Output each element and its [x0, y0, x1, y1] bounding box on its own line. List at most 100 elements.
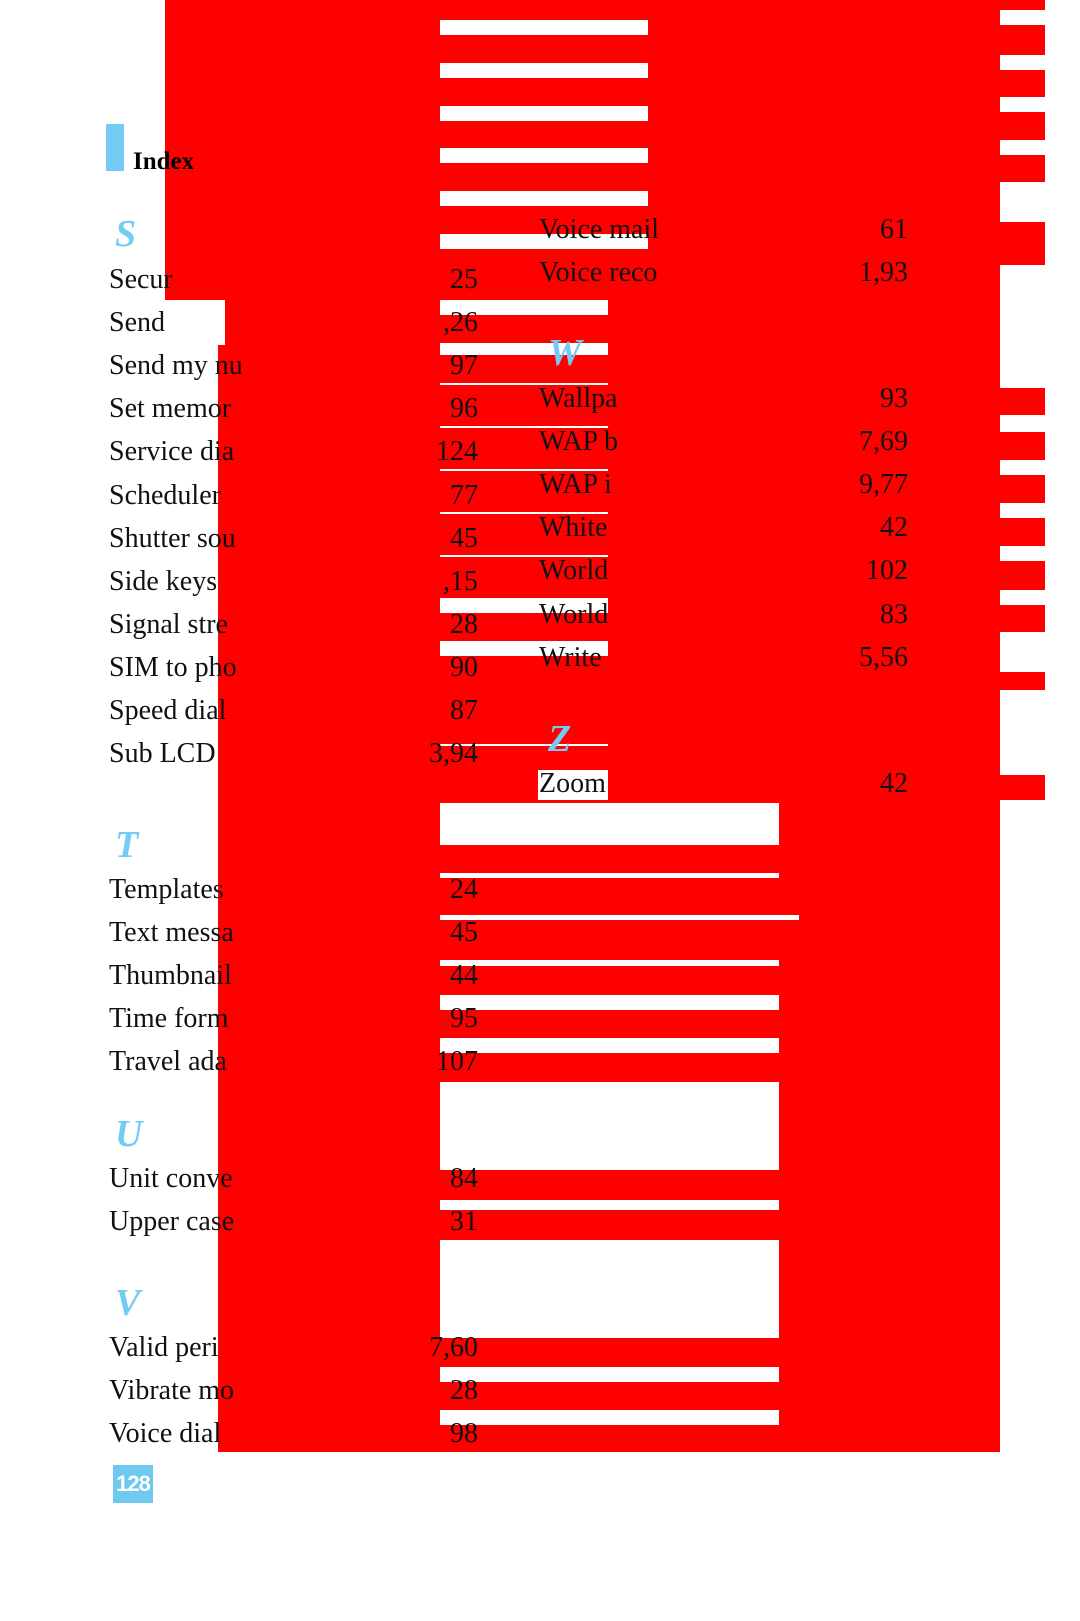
index-page: 42 [880, 768, 908, 799]
redaction-gap [440, 20, 648, 35]
index-page: 31 [450, 1206, 478, 1238]
index-term: Unit conve [109, 1163, 233, 1194]
redaction-gap [440, 63, 648, 78]
index-term: Upper case [109, 1206, 235, 1238]
index-term: Thumbnail [109, 960, 232, 992]
redaction-gap [440, 915, 799, 920]
index-term: Sub LCD [109, 738, 216, 770]
index-page: 7,69 [859, 426, 908, 458]
index-term: Send my nu [109, 350, 243, 382]
index-page: 124 [436, 436, 478, 468]
index-page: 45 [450, 917, 478, 949]
redaction-gap [1000, 308, 1045, 388]
index-page: 61 [880, 214, 908, 245]
redaction-gap [440, 1240, 779, 1338]
index-page: 42 [880, 512, 908, 544]
redaction-gap [440, 1038, 779, 1053]
redaction-gap [1000, 265, 1045, 308]
redaction-gap [1000, 460, 1045, 475]
redaction-gap [440, 803, 779, 845]
redaction-gap [440, 106, 648, 121]
redaction-gap [1000, 632, 1045, 672]
index-term: Secur [109, 264, 173, 295]
index-page: 1,93 [859, 257, 908, 289]
index-page: 7,60 [429, 1332, 478, 1363]
redaction-gap [1000, 182, 1045, 222]
index-page: ,15 [443, 565, 478, 597]
index-letter: V [115, 1282, 141, 1324]
index-letter: U [115, 1113, 143, 1155]
index-page: 87 [450, 695, 478, 726]
index-term: Set memor [109, 393, 232, 425]
index-term: Zoom [539, 768, 606, 799]
index-page: 107 [436, 1046, 478, 1078]
index-term: Time form [109, 1003, 229, 1035]
index-term: White [539, 512, 608, 544]
index-letter: T [115, 824, 139, 866]
index-page: ,26 [443, 307, 478, 339]
index-term: Text messa [109, 917, 234, 949]
index-page: 24 [450, 874, 478, 905]
redaction-gap [440, 1410, 779, 1425]
index-page: 98 [450, 1418, 478, 1450]
index-page: 45 [450, 522, 478, 554]
redaction-gap [1000, 546, 1045, 561]
index-term: Write [539, 641, 602, 673]
index-page: 102 [866, 555, 908, 587]
index-page: 97 [450, 350, 478, 382]
index-term: Signal stre [109, 608, 228, 640]
redaction-gap [440, 191, 648, 206]
redaction-block [225, 300, 1000, 350]
index-term: Wallpa [539, 383, 618, 414]
index-page: 84 [450, 1163, 478, 1194]
index-page: 28 [450, 608, 478, 640]
index-page: 44 [450, 960, 478, 992]
index-page: 5,56 [859, 641, 908, 673]
index-term: Voice dial [109, 1418, 222, 1450]
redaction-gap [440, 995, 779, 1010]
index-term: Service dia [109, 436, 235, 468]
page-number: 128 [113, 1465, 153, 1503]
redaction-gap [1000, 140, 1045, 155]
redaction-gap [440, 960, 779, 966]
redaction-gap [1000, 415, 1045, 432]
index-term: Speed dial [109, 695, 227, 726]
redaction-gap [440, 1200, 779, 1210]
index-term: Voice mail [539, 214, 660, 245]
index-page: 96 [450, 393, 478, 425]
index-page: 90 [450, 651, 478, 683]
index-term: Voice reco [539, 257, 658, 289]
index-term: Scheduler [109, 479, 221, 511]
index-page: 95 [450, 1003, 478, 1035]
index-term: SIM to pho [109, 651, 237, 683]
index-term: World [539, 555, 609, 587]
index-term: Shutter sou [109, 522, 236, 554]
redaction-gap [440, 1082, 779, 1170]
index-page: 3,94 [429, 738, 478, 770]
page-title: Index [133, 148, 195, 175]
index-letter: S [115, 213, 137, 255]
index-term: Valid peri [109, 1332, 219, 1363]
index-page: 9,77 [859, 469, 908, 501]
redaction-gap [1000, 10, 1045, 25]
index-page: 83 [880, 598, 908, 630]
index-page: 25 [450, 264, 478, 295]
index-letter: W [548, 332, 582, 374]
redaction-gap [1000, 97, 1045, 112]
index-page: 77 [450, 479, 478, 511]
redaction-gap [1000, 690, 1045, 775]
redaction-gap [1000, 590, 1045, 605]
index-term: Side keys [109, 565, 218, 597]
redaction-gap [440, 1367, 779, 1382]
redaction-gap [1000, 503, 1045, 518]
redaction-block [1000, 0, 1045, 800]
index-page: 93 [880, 383, 908, 414]
index-term: World [539, 598, 609, 630]
index-letter: Z [548, 718, 572, 760]
index-term: Travel ada [109, 1046, 227, 1078]
redaction-gap [440, 873, 779, 878]
index-term: WAP i [539, 469, 612, 501]
index-accent-bar [106, 124, 124, 171]
index-term: Send [109, 307, 165, 339]
index-term: WAP b [539, 426, 619, 458]
